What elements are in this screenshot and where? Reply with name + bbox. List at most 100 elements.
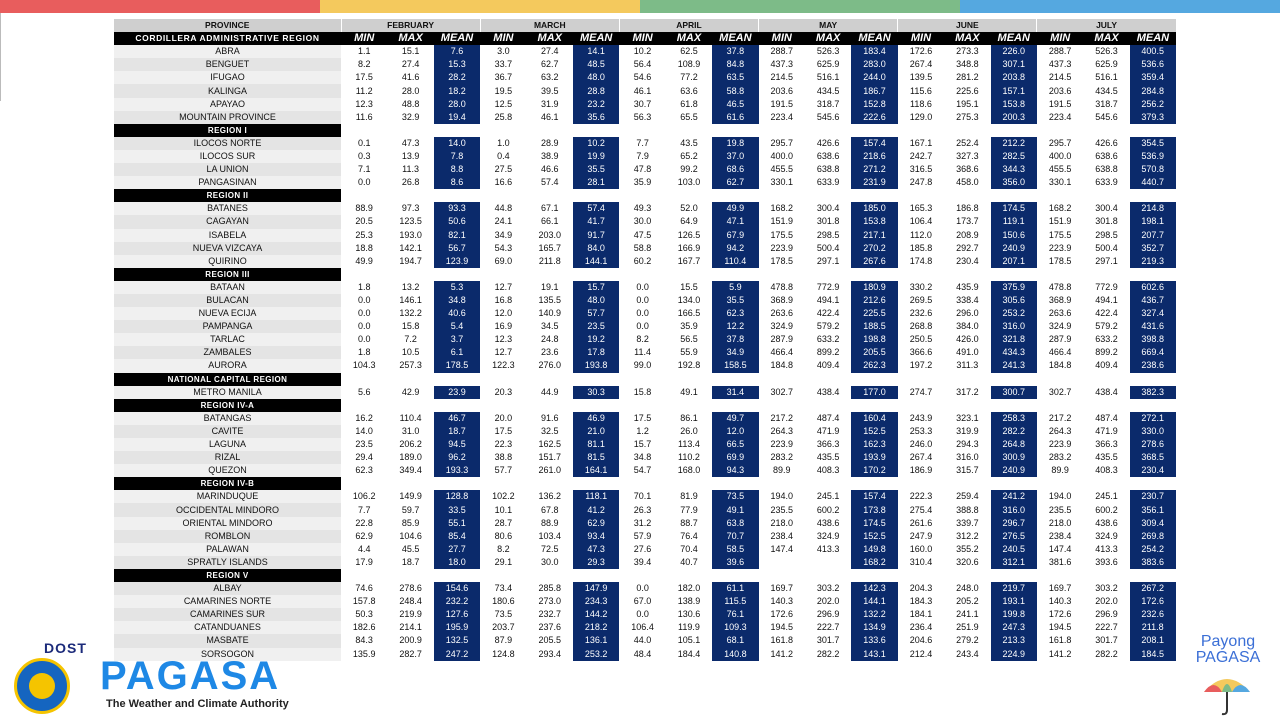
- province-name: APAYAO: [114, 97, 341, 111]
- max-cell: 205.2: [956, 596, 979, 607]
- min-cell: 174.8: [909, 255, 933, 266]
- mean-cell: 309.4: [1129, 516, 1177, 530]
- min-cell: 135.9: [352, 648, 376, 659]
- min-cell: 238.4: [1048, 530, 1072, 541]
- min-cell: 218.0: [1048, 517, 1072, 528]
- max-cell: 438.6: [816, 517, 840, 528]
- max-cell: 297.1: [1095, 255, 1118, 266]
- mean-cell: 570.8: [1129, 163, 1177, 177]
- min-cell: 283.2: [1048, 452, 1072, 463]
- max-cell: 63.2: [541, 72, 559, 83]
- max-cell: 7.2: [404, 334, 417, 345]
- mean-cell: 186.7: [851, 84, 898, 98]
- mean-cell: 118.1: [572, 490, 620, 504]
- max-cell: 526.3: [816, 46, 840, 57]
- max-cell: 206.2: [399, 439, 422, 450]
- min-cell: 330.1: [1048, 177, 1072, 188]
- min-cell: 263.6: [1048, 308, 1072, 319]
- max-cell: 516.1: [1095, 72, 1118, 83]
- mean-cell: 321.8: [990, 333, 1037, 347]
- province-name: AURORA: [114, 359, 341, 373]
- max-cell: 516.1: [816, 72, 840, 83]
- table-row: PALAWAN 4.4 45.5 27.7 8.2 72.5 47.3 27.6 70.4 58.…: [114, 542, 1177, 556]
- mean-cell: 21.0: [572, 424, 620, 438]
- mean-cell: 434.3: [990, 346, 1037, 360]
- mean-cell: 669.4: [1129, 346, 1177, 360]
- mean-cell: 218.2: [572, 621, 620, 635]
- mean-cell: 48.0: [572, 293, 620, 308]
- top-bar-blue: [960, 0, 1280, 13]
- min-cell: 18.8: [355, 242, 373, 253]
- max-cell: 296.9: [816, 609, 840, 620]
- month-header: FEBRUARY: [341, 19, 481, 33]
- max-cell: 320.6: [956, 556, 979, 567]
- min-cell: 223.4: [1048, 111, 1072, 122]
- mean-cell: 164.1: [572, 464, 620, 478]
- max-cell: 31.0: [401, 425, 420, 436]
- max-cell: 91.6: [541, 412, 559, 423]
- province-name: BENGUET: [114, 58, 341, 72]
- table-row: AURORA 104.3 257.3 178.5 122.3 276.0 193.8 99.0…: [114, 359, 1177, 373]
- min-cell: 44.8: [494, 203, 513, 214]
- min-cell: 0.0: [636, 295, 649, 306]
- min-cell: 16.9: [494, 321, 513, 332]
- min-cell: 194.5: [1048, 622, 1072, 633]
- table-row: OCCIDENTAL MINDORO 7.7 59.7 33.5 10.1 67.8 41.…: [114, 503, 1177, 517]
- min-cell: 104.3: [352, 360, 376, 371]
- min-cell: 275.4: [909, 504, 933, 515]
- max-cell: 166.5: [677, 308, 701, 319]
- mean-cell: 147.9: [572, 582, 620, 596]
- min-cell: 54.6: [633, 72, 652, 83]
- mean-cell: 226.0: [990, 45, 1037, 59]
- max-cell: 13.2: [401, 281, 420, 292]
- mean-cell: 305.6: [990, 293, 1037, 308]
- table-row: SPRATLY ISLANDS 17.9 18.7 18.0 29.1 30.0 29.3 3…: [114, 555, 1177, 569]
- max-cell: 312.2: [956, 530, 979, 541]
- min-cell: 147.4: [1048, 543, 1072, 554]
- max-cell: 27.4: [401, 59, 420, 70]
- max-cell: 298.5: [1095, 229, 1118, 240]
- mean-cell: 244.0: [851, 71, 898, 85]
- max-cell: 318.7: [816, 98, 840, 109]
- max-cell: 123.5: [399, 216, 422, 227]
- mean-cell: 67.9: [712, 228, 759, 242]
- max-cell: 296.0: [956, 308, 979, 319]
- max-cell: 278.6: [399, 583, 422, 594]
- min-cell: 54.3: [494, 242, 513, 253]
- max-cell: 316.0: [956, 452, 979, 463]
- min-cell: 178.5: [1048, 255, 1072, 266]
- max-cell: 26.0: [680, 425, 698, 436]
- mean-cell: 28.2: [433, 71, 481, 85]
- min-cell: 12.3: [494, 334, 513, 345]
- mean-cell: 234.3: [572, 595, 620, 609]
- max-cell: 55.9: [680, 347, 698, 358]
- mean-cell: 40.6: [433, 307, 481, 321]
- max-cell: 151.7: [538, 452, 562, 463]
- max-cell: 899.2: [1095, 347, 1118, 358]
- mean-cell: 312.1: [990, 555, 1037, 569]
- province-name: CAMARINES NORTE: [114, 595, 341, 609]
- table-row: TARLAC 0.0 7.2 3.7 12.3 24.8 19.2 8.2 56.5 37.8 28…: [114, 333, 1177, 347]
- mean-cell: 382.3: [1129, 385, 1177, 399]
- min-cell: 194.0: [1048, 491, 1072, 502]
- max-cell: 34.5: [541, 321, 559, 332]
- mean-cell: 157.4: [851, 136, 898, 150]
- min-cell: 12.7: [494, 281, 513, 292]
- max-cell: 638.8: [1095, 164, 1118, 175]
- max-cell: 408.3: [816, 465, 840, 476]
- province-name: LAGUNA: [114, 438, 341, 452]
- province-header: PROVINCE: [114, 19, 342, 33]
- mean-cell: 143.1: [851, 647, 898, 661]
- max-cell: 292.7: [956, 242, 979, 253]
- max-cell: 59.7: [401, 504, 420, 515]
- mean-cell: 300.9: [990, 451, 1037, 465]
- max-cell: 384.0: [956, 321, 979, 332]
- min-cell: [759, 556, 805, 569]
- min-cell: 58.8: [633, 242, 652, 253]
- mean-cell: 14.0: [433, 136, 481, 150]
- max-cell: 32.5: [541, 425, 559, 436]
- min-cell: 7.9: [636, 150, 649, 161]
- max-cell: 140.9: [538, 308, 562, 319]
- max-cell: 324.9: [1095, 530, 1118, 541]
- mean-cell: 84.8: [712, 58, 759, 72]
